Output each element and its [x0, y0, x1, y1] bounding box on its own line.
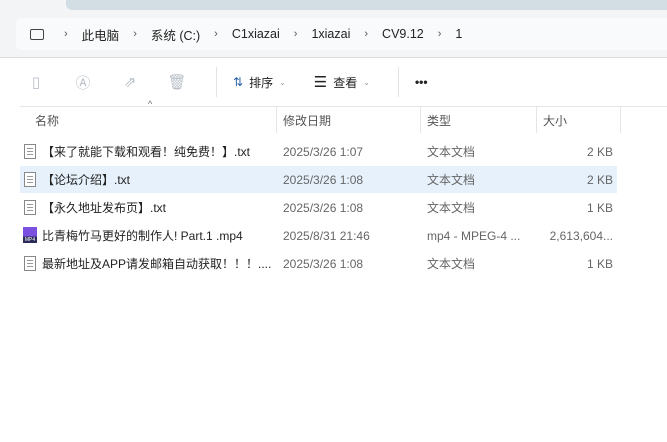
column-header: ^ 名称 修改日期 类型 大小 — [20, 99, 667, 133]
delete-icon[interactable]: 🗑 — [161, 67, 193, 97]
more-button[interactable]: ••• — [407, 67, 436, 97]
file-row[interactable]: MP4 比青梅竹马更好的制作人! Part.1 .mp4 2025/8/31 2… — [20, 222, 617, 249]
share-icon[interactable]: ⇗ — [114, 67, 146, 97]
computer-icon[interactable] — [30, 28, 44, 40]
breadcrumb-item[interactable]: C1xiazai — [232, 27, 280, 41]
chevron-right-icon[interactable]: › — [214, 28, 218, 40]
file-type: 文本文档 — [427, 173, 476, 187]
breadcrumb-item[interactable]: 此电脑 — [82, 25, 120, 44]
column-size[interactable]: 大小 — [537, 107, 621, 133]
file-name: 【论坛介绍】.txt — [42, 173, 131, 187]
file-size: 2,613,604... — [549, 228, 613, 243]
column-name[interactable]: 名称 — [20, 107, 277, 133]
breadcrumb-item[interactable]: 1 — [455, 27, 462, 41]
text-file-icon — [24, 172, 36, 187]
sort-icon: ⇅ — [233, 75, 244, 89]
paste-icon[interactable]: ▯ — [20, 67, 52, 97]
text-file-icon — [24, 200, 36, 215]
sort-label: 排序 — [249, 75, 274, 90]
breadcrumb-item[interactable]: 1xiazai — [311, 27, 350, 41]
file-date: 2025/3/26 1:08 — [283, 172, 364, 187]
text-file-icon — [24, 256, 36, 271]
address-area: › 此电脑 › 系统 (C:) › C1xiazai › 1xiazai › CV9.1… — [0, 0, 667, 58]
file-type: 文本文档 — [427, 257, 476, 271]
file-size: 2 KB — [586, 172, 613, 187]
command-bar: ▯ Ⓐ ⇗ 🗑 ⇅ 排序 ⌄ ☰ 查看 ⌄ ••• — [0, 60, 667, 104]
breadcrumb[interactable]: › 此电脑 › 系统 (C:) › C1xiazai › 1xiazai › CV9.1… — [16, 18, 667, 50]
file-type: mp4 - MPEG-4 ... — [427, 228, 521, 243]
view-button[interactable]: ☰ 查看 ⌄ — [306, 67, 378, 97]
mp4-file-icon: MP4 — [23, 227, 37, 243]
file-name: 比青梅竹马更好的制作人! Part.1 .mp4 — [42, 229, 243, 243]
tab-strip — [66, 0, 667, 10]
chevron-right-icon[interactable]: › — [64, 28, 68, 40]
list-icon: ☰ — [313, 74, 328, 91]
column-type[interactable]: 类型 — [421, 107, 537, 133]
chevron-down-icon: ⌄ — [279, 77, 286, 87]
file-row[interactable]: 【论坛介绍】.txt 2025/3/26 1:08 文本文档 2 KB — [20, 166, 617, 193]
chevron-right-icon[interactable]: › — [364, 28, 368, 40]
file-row[interactable]: 【来了就能下载和观看！纯免费！】.txt 2025/3/26 1:07 文本文档… — [20, 138, 617, 165]
view-label: 查看 — [333, 75, 358, 90]
sort-button[interactable]: ⇅ 排序 ⌄ — [225, 67, 294, 97]
file-name: 【永久地址发布页】.txt — [42, 201, 167, 215]
file-type: 文本文档 — [427, 145, 476, 159]
chevron-right-icon[interactable]: › — [294, 28, 298, 40]
file-name: 【来了就能下载和观看！纯免费！】.txt — [42, 145, 251, 159]
divider — [397, 67, 399, 97]
breadcrumb-item[interactable]: CV9.12 — [382, 27, 424, 41]
rename-icon[interactable]: Ⓐ — [67, 67, 99, 97]
file-date: 2025/3/26 1:07 — [283, 144, 364, 159]
divider — [216, 67, 217, 97]
chevron-down-icon: ⌄ — [363, 77, 370, 87]
file-row[interactable]: 【永久地址发布页】.txt 2025/3/26 1:08 文本文档 1 KB — [20, 194, 617, 221]
file-size: 1 KB — [586, 256, 613, 271]
file-type: 文本文档 — [427, 201, 476, 215]
file-size: 2 KB — [586, 144, 613, 159]
file-date: 2025/3/26 1:08 — [283, 200, 364, 215]
column-date[interactable]: 修改日期 — [277, 107, 421, 133]
file-name: 最新地址及APP请发邮箱自动获取！！！.... — [42, 257, 272, 271]
breadcrumb-item[interactable]: 系统 (C:) — [151, 25, 200, 44]
file-size: 1 KB — [586, 200, 613, 215]
text-file-icon — [24, 144, 36, 159]
file-row[interactable]: 最新地址及APP请发邮箱自动获取！！！.... 2025/3/26 1:08 文… — [20, 250, 617, 277]
file-date: 2025/8/31 21:46 — [283, 228, 370, 243]
chevron-right-icon[interactable]: › — [133, 28, 137, 40]
file-date: 2025/3/26 1:08 — [283, 256, 364, 271]
chevron-right-icon[interactable]: › — [438, 28, 442, 40]
